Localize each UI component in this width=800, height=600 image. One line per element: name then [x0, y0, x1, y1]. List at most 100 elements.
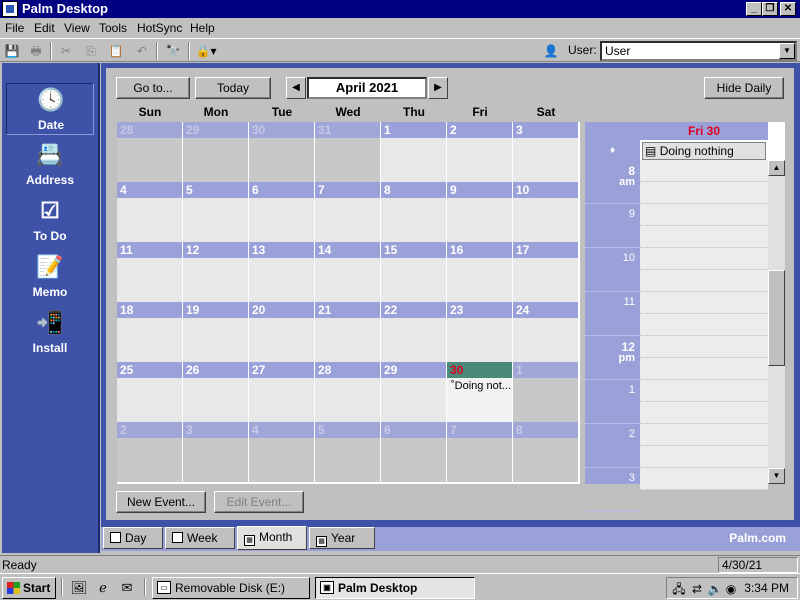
tab-month[interactable]: ▦ Month [237, 526, 307, 550]
outlook-express-icon[interactable]: ✉ [118, 579, 136, 597]
chevron-down-icon[interactable]: ▼ [779, 43, 795, 59]
day-cell[interactable]: 19 [183, 302, 249, 362]
tab-day[interactable]: Day [103, 527, 163, 549]
day-cell[interactable]: 29 [183, 122, 249, 182]
day-cell[interactable]: 15 [381, 242, 447, 302]
day-cell[interactable]: 9 [447, 182, 513, 242]
day-cell[interactable]: 20 [249, 302, 315, 362]
find-binoculars-icon[interactable]: 🔭 [164, 42, 182, 60]
menu-help[interactable]: Help [190, 21, 215, 35]
day-cell[interactable]: 8 [381, 182, 447, 242]
user-select[interactable]: User ▼ [600, 41, 797, 61]
day-cell[interactable]: 21 [315, 302, 381, 362]
edit-event-button[interactable]: Edit Event... [214, 491, 304, 513]
menu-file[interactable]: File [5, 21, 24, 35]
time-slot[interactable] [640, 226, 768, 248]
new-event-button[interactable]: New Event... [116, 491, 206, 513]
day-cell[interactable]: 23 [447, 302, 513, 362]
day-cell[interactable]: 4 [249, 422, 315, 482]
time-slot[interactable] [640, 336, 768, 358]
menu-view[interactable]: View [64, 21, 90, 35]
time-slot[interactable] [640, 468, 768, 490]
day-cell[interactable]: 28 [117, 122, 183, 182]
day-cell[interactable]: 3 [513, 122, 579, 182]
time-slot[interactable] [640, 160, 768, 182]
task-removable-disk[interactable]: ▭ Removable Disk (E:) [152, 577, 310, 599]
menu-tools[interactable]: Tools [99, 21, 127, 35]
day-cell[interactable]: 2 [447, 122, 513, 182]
daily-scrollbar[interactable]: ▲ ▼ [768, 160, 785, 484]
sidebar-item-date[interactable]: 🕓 Date [6, 83, 94, 135]
time-slot[interactable] [640, 424, 768, 446]
day-cell[interactable]: 13 [249, 242, 315, 302]
day-cell[interactable]: 7 [447, 422, 513, 482]
day-cell[interactable]: 8 [513, 422, 579, 482]
time-slot[interactable] [640, 446, 768, 468]
day-cell[interactable]: 30 [249, 122, 315, 182]
day-cell[interactable]: 3 [183, 422, 249, 482]
menu-hotsync[interactable]: HotSync [137, 21, 182, 35]
day-cell[interactable]: 28 [315, 362, 381, 422]
tab-year[interactable]: ▦ Year [309, 527, 375, 549]
palm-desktop-app-icon[interactable] [2, 1, 18, 17]
minimize-button[interactable]: _ [746, 2, 762, 16]
next-month-button[interactable]: ▶ [428, 77, 448, 99]
day-cell[interactable]: 30 ˚Doing not... [447, 362, 513, 422]
save-icon[interactable]: 💾 [3, 42, 21, 60]
day-cell[interactable]: 10 [513, 182, 579, 242]
time-slot[interactable] [640, 314, 768, 336]
close-button[interactable]: ✕ [780, 2, 796, 16]
scroll-thumb[interactable] [768, 270, 785, 366]
day-cell[interactable]: 27 [249, 362, 315, 422]
day-cell[interactable]: 17 [513, 242, 579, 302]
show-desktop-icon[interactable]: 🖼 [70, 579, 88, 597]
cut-icon[interactable]: ✂ [57, 42, 75, 60]
time-slot[interactable] [640, 270, 768, 292]
today-button[interactable]: Today [195, 77, 271, 99]
tab-week[interactable]: Week [165, 527, 235, 549]
volume-icon[interactable]: 🔈 [707, 581, 723, 597]
hide-daily-button[interactable]: Hide Daily [704, 77, 784, 99]
start-button[interactable]: Start [2, 577, 56, 599]
sidebar-item-install[interactable]: 📲 Install [6, 307, 94, 359]
month-event[interactable]: ˚Doing not... [451, 380, 511, 392]
time-slot[interactable] [640, 358, 768, 380]
day-cell[interactable]: 24 [513, 302, 579, 362]
maximize-button[interactable]: ❐ [762, 2, 778, 16]
day-cell[interactable]: 7 [315, 182, 381, 242]
day-cell[interactable]: 2 [117, 422, 183, 482]
time-slot[interactable] [640, 204, 768, 226]
palm-com-link[interactable]: Palm.com [729, 531, 786, 545]
network-icon[interactable]: 🖧 [671, 581, 687, 597]
sidebar-item-todo[interactable]: ☑ To Do [6, 195, 94, 247]
internet-explorer-icon[interactable]: ℯ [94, 579, 112, 597]
day-cell[interactable]: 31 [315, 122, 381, 182]
print-icon[interactable]: 🖶 [27, 42, 45, 60]
day-cell[interactable]: 18 [117, 302, 183, 362]
day-cell[interactable]: 5 [315, 422, 381, 482]
untimed-event[interactable]: ▤ Doing nothing [642, 142, 766, 160]
hotsync-icon[interactable]: ⇄ [689, 581, 705, 597]
time-slot[interactable] [640, 182, 768, 204]
scroll-up-icon[interactable]: ▲ [768, 160, 785, 176]
antivirus-icon[interactable]: ◉ [723, 581, 739, 597]
day-cell[interactable]: 25 [117, 362, 183, 422]
day-cell[interactable]: 14 [315, 242, 381, 302]
private-lock-icon[interactable]: 🔒▾ [195, 42, 217, 60]
day-cell[interactable]: 1 [381, 122, 447, 182]
task-palm-desktop[interactable]: ▣ Palm Desktop [315, 577, 475, 599]
day-cell[interactable]: 4 [117, 182, 183, 242]
undo-icon[interactable]: ↶ [133, 42, 151, 60]
sidebar-item-memo[interactable]: 📝 Memo [6, 251, 94, 303]
paste-icon[interactable]: 📋 [107, 42, 125, 60]
day-cell[interactable]: 5 [183, 182, 249, 242]
copy-icon[interactable]: ⎘ [82, 42, 100, 60]
day-cell[interactable]: 22 [381, 302, 447, 362]
time-slot[interactable] [640, 380, 768, 402]
day-cell[interactable]: 6 [381, 422, 447, 482]
day-cell[interactable]: 1 [513, 362, 579, 422]
menu-edit[interactable]: Edit [34, 21, 55, 35]
day-cell[interactable]: 26 [183, 362, 249, 422]
time-slot[interactable] [640, 248, 768, 270]
sidebar-item-address[interactable]: 📇 Address [6, 139, 94, 191]
